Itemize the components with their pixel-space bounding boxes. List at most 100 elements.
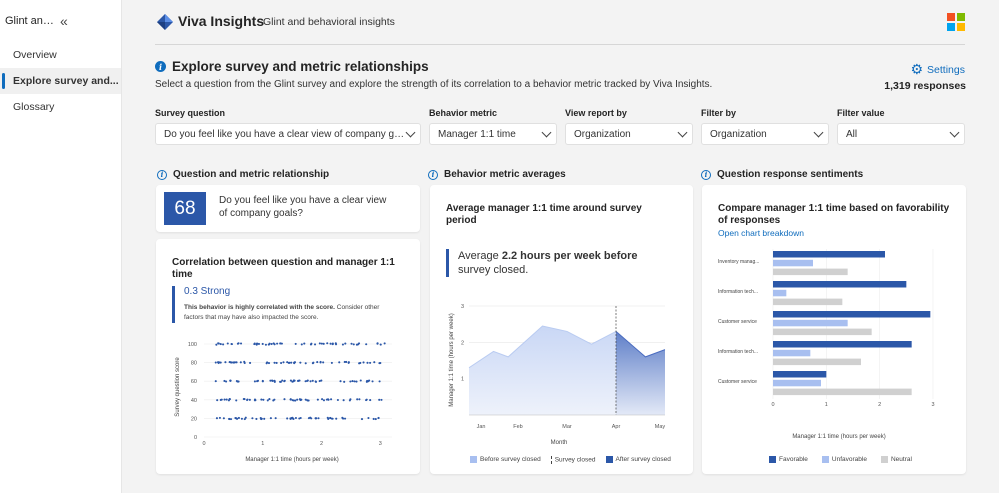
scatter-point [319, 361, 322, 364]
collapse-icon[interactable]: « [60, 13, 115, 29]
scatter-y-label: Survey question score [175, 357, 181, 417]
info-icon[interactable]: i [701, 169, 711, 180]
filter-by-dropdown[interactable]: Organization [701, 123, 829, 145]
legend-after-label: After survey closed [615, 456, 671, 464]
scatter-point [377, 417, 380, 420]
scatter-point [275, 361, 278, 365]
bar-unfavorable [773, 289, 787, 297]
area-x-tick: Jan [477, 424, 486, 430]
scatter-point [306, 379, 309, 382]
scatter-point [343, 380, 346, 383]
scatter-x-tick: 2 [320, 441, 323, 447]
filter-value-dropdown[interactable]: All [837, 123, 965, 145]
area-y-tick: 3 [461, 304, 464, 310]
scatter-point [290, 361, 293, 364]
scatter-point [353, 380, 356, 383]
scatter-point [378, 398, 381, 401]
scatter-point [286, 417, 289, 420]
scatter-point [256, 380, 259, 383]
microsoft-logo-icon [947, 13, 965, 31]
bar-legend: Favorable Unfavorable Neutral [769, 456, 912, 463]
scatter-point [267, 362, 271, 365]
info-icon[interactable]: i [155, 61, 166, 72]
scatter-point [228, 398, 231, 401]
sidebar: Glint and behavioral... « Overview Explo… [0, 0, 122, 493]
scatter-point [371, 380, 374, 383]
scatter-y-tick: 40 [191, 398, 197, 404]
scatter-point [219, 361, 222, 364]
scatter-point [365, 343, 368, 346]
scatter-point [289, 398, 292, 401]
scatter-point [360, 418, 364, 421]
scatter-point [226, 342, 229, 345]
filter-label: Survey question [155, 108, 226, 118]
scatter-point [271, 379, 274, 383]
legend-favorable: Favorable [769, 456, 808, 463]
bar-category-label: Information tech... [718, 349, 758, 355]
scatter-point [329, 342, 332, 345]
scatter-point [299, 361, 302, 364]
scatter-point [374, 418, 377, 421]
scatter-point [236, 342, 239, 345]
scatter-point [222, 343, 225, 346]
scatter-point [311, 379, 314, 382]
bar-unfavorable [773, 379, 821, 387]
info-icon[interactable]: i [157, 169, 167, 180]
scatter-point [339, 380, 342, 383]
scatter-point [338, 361, 341, 364]
sidebar-item-glossary[interactable]: Glossary [0, 94, 121, 120]
scatter-point [216, 399, 219, 402]
area-y-label: Manager 1:1 time (hours per week) [449, 313, 455, 406]
area-legend: Before survey closed Survey closed After… [470, 456, 671, 464]
legend-favorable-label: Favorable [779, 456, 808, 464]
view-report-dropdown[interactable]: Organization [565, 123, 693, 145]
scatter-point [253, 342, 256, 345]
sidebar-item-overview[interactable]: Overview [0, 42, 121, 68]
chevron-down-icon [405, 127, 416, 137]
brand-subtitle: Glint and behavioral insights [263, 16, 395, 28]
survey-question-dropdown[interactable]: Do you feel like you have a clear view o… [155, 123, 421, 145]
scatter-point [237, 416, 240, 420]
scatter-point [314, 380, 317, 383]
scatter-point [379, 343, 382, 346]
scatter-point [242, 398, 245, 401]
chevron-down-icon [813, 127, 824, 137]
dropdown-value: Organization [574, 128, 631, 140]
scatter-point [369, 399, 372, 402]
scatter-point [266, 361, 269, 364]
legend-neutral: Neutral [880, 456, 912, 463]
scatter-point [256, 342, 259, 345]
scatter-point [331, 342, 334, 345]
settings-button[interactable]: ⚙ Settings [910, 61, 965, 78]
scatter-point [289, 417, 292, 420]
section-relationship: i Question and metric relationship [157, 169, 329, 180]
scatter-point [358, 398, 361, 401]
scatter-point [379, 361, 382, 365]
area-y-tick: 1 [461, 377, 464, 383]
scatter-point [218, 416, 221, 419]
scatter-y-tick: 100 [188, 342, 197, 348]
dropdown-value: Manager 1:1 time [438, 128, 516, 140]
scatter-point [304, 380, 307, 383]
area-x-tick: Apr [612, 424, 621, 430]
scatter-point [314, 417, 317, 420]
bar-chart: 0 1 2 3 Inventory manag... Information tech..… [718, 249, 935, 440]
behavior-metric-dropdown[interactable]: Manager 1:1 time [429, 123, 557, 145]
scatter-point [367, 416, 370, 420]
scatter-point [230, 361, 233, 364]
dropdown-value: Do you feel like you have a clear view o… [164, 128, 407, 140]
sidebar-item-explore[interactable]: Explore survey and... [0, 68, 121, 94]
filter-view-report-by: View report by Organization [565, 108, 693, 145]
settings-label: Settings [927, 63, 965, 76]
info-icon[interactable]: i [428, 169, 438, 180]
scatter-point [316, 398, 319, 401]
area-x-tick: May [655, 424, 666, 430]
scatter-point [348, 399, 351, 402]
brand-name: Viva Insights [178, 13, 265, 29]
header-divider [155, 44, 965, 45]
scatter-point [232, 361, 235, 364]
scatter-point [230, 343, 233, 346]
scatter-point [344, 342, 347, 345]
section-title: Question and metric relationship [173, 169, 330, 180]
scatter-point [269, 379, 272, 382]
